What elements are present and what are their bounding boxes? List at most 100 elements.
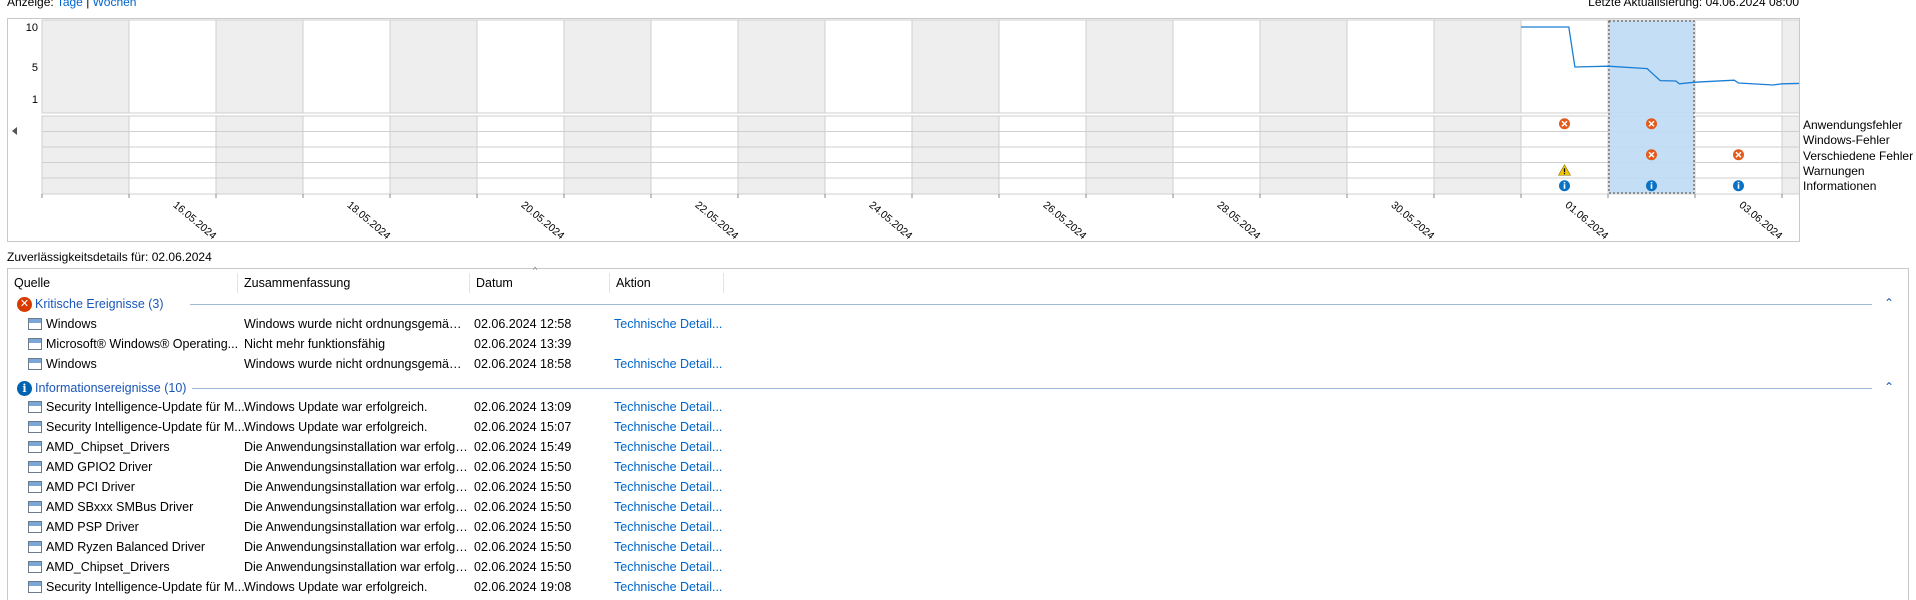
day-event-column[interactable] (1781, 115, 1799, 195)
application-icon (28, 561, 42, 573)
day-column[interactable] (1172, 19, 1261, 114)
day-event-column[interactable] (41, 115, 130, 195)
technical-details-link[interactable]: Technische Detail... (614, 477, 734, 497)
table-row[interactable]: Microsoft® Windows® Operating... Nicht me… (14, 334, 1894, 354)
technical-details-link[interactable]: Technische Detail... (614, 457, 734, 477)
day-column[interactable] (1694, 19, 1783, 114)
table-row[interactable]: Security Intelligence-Update für M... Win… (14, 577, 1894, 597)
table-row[interactable]: AMD_Chipset_Drivers Die Anwendungsinstall… (14, 437, 1894, 457)
cell-source: AMD GPIO2 Driver (46, 460, 153, 474)
day-event-column[interactable] (476, 115, 565, 195)
day-event-column[interactable] (128, 115, 217, 195)
view-separator: | (86, 0, 90, 9)
table-row[interactable]: Windows Windows wurde nicht ordnungsgemäß… (14, 354, 1894, 374)
day-column[interactable] (302, 19, 391, 114)
technical-details-link[interactable]: Technische Detail... (614, 397, 734, 417)
x-tick-label: 16.05.2024 (171, 199, 219, 241)
view-weeks-link[interactable]: Wochen (93, 0, 137, 9)
x-tick-label: 24.05.2024 (867, 199, 915, 241)
day-column[interactable] (128, 19, 217, 114)
legend-verschiedene-fehler: Verschiedene Fehler (1803, 149, 1914, 163)
group-header-1[interactable]: i Informationsereignisse (10) ⌃ (15, 378, 1900, 398)
technical-details-link[interactable]: Technische Detail... (614, 497, 734, 517)
cell-summary: Die Anwendungsinstallation war erfolgr..… (244, 540, 469, 554)
cell-summary: Windows wurde nicht ordnungsgemäß ... (244, 357, 469, 371)
y-tick-label: 5 (32, 62, 38, 74)
column-header-summary[interactable]: Zusammenfassung (238, 273, 470, 293)
info-icon-dot (1563, 181, 1566, 184)
cell-summary: Die Anwendungsinstallation war erfolgr..… (244, 440, 469, 454)
day-column[interactable] (737, 19, 826, 114)
group-header-0[interactable]: ✕ Kritische Ereignisse (3) ⌃ (15, 294, 1900, 314)
day-column[interactable] (215, 19, 304, 114)
day-column[interactable] (1781, 19, 1799, 114)
cell-date: 02.06.2024 15:50 (474, 460, 572, 474)
day-event-column[interactable] (563, 115, 652, 195)
table-row[interactable]: Security Intelligence-Update für M... Win… (14, 397, 1894, 417)
x-tick-label: 01.06.2024 (1563, 199, 1611, 241)
selected-day-highlight[interactable] (1608, 20, 1695, 194)
cell-summary: Die Anwendungsinstallation war erfolgr..… (244, 460, 469, 474)
day-column[interactable] (1346, 19, 1435, 114)
day-event-column[interactable] (389, 115, 478, 195)
day-event-column[interactable] (911, 115, 1000, 195)
cell-summary: Die Anwendungsinstallation war erfolgr..… (244, 520, 469, 534)
info-icon: i (17, 381, 32, 396)
technical-details-link[interactable]: Technische Detail... (614, 537, 734, 557)
day-event-column[interactable] (1172, 115, 1261, 195)
table-row[interactable]: AMD SBxxx SMBus Driver Die Anwendungsinst… (14, 497, 1894, 517)
technical-details-link[interactable]: Technische Detail... (614, 517, 734, 537)
technical-details-link[interactable] (614, 334, 734, 354)
collapse-chevron-icon[interactable]: ⌃ (1884, 377, 1894, 397)
cell-date: 02.06.2024 15:49 (474, 440, 572, 454)
cell-source: Security Intelligence-Update für M... (46, 400, 245, 414)
technical-details-link[interactable]: Technische Detail... (614, 354, 734, 374)
column-header-date[interactable]: Datum (470, 273, 610, 293)
technical-details-link[interactable]: Technische Detail... (614, 417, 734, 437)
day-column[interactable] (650, 19, 739, 114)
table-row[interactable]: AMD Ryzen Balanced Driver Die Anwendungsi… (14, 537, 1894, 557)
technical-details-link[interactable]: Technische Detail... (614, 437, 734, 457)
technical-details-link[interactable]: Technische Detail... (614, 557, 734, 577)
cell-summary: Windows Update war erfolgreich. (244, 580, 428, 594)
column-header-source[interactable]: Quelle (8, 273, 238, 293)
day-column[interactable] (1085, 19, 1174, 114)
day-event-column[interactable] (737, 115, 826, 195)
day-event-column[interactable] (650, 115, 739, 195)
day-event-column[interactable] (998, 115, 1087, 195)
scroll-left-icon[interactable] (12, 127, 17, 135)
day-event-column[interactable] (1346, 115, 1435, 195)
technical-details-link[interactable]: Technische Detail... (614, 314, 734, 334)
technical-details-link[interactable]: Technische Detail... (614, 577, 734, 597)
day-column[interactable] (563, 19, 652, 114)
day-event-column[interactable] (302, 115, 391, 195)
collapse-chevron-icon[interactable]: ⌃ (1884, 293, 1894, 313)
day-event-column[interactable] (1433, 115, 1522, 195)
view-days-link[interactable]: Tage (57, 0, 83, 9)
table-row[interactable]: AMD GPIO2 Driver Die Anwendungsinstallati… (14, 457, 1894, 477)
day-column[interactable] (41, 19, 130, 114)
day-event-column[interactable] (1085, 115, 1174, 195)
day-event-column[interactable] (824, 115, 913, 195)
day-event-column[interactable] (1259, 115, 1348, 195)
day-column[interactable] (998, 19, 1087, 114)
day-column[interactable] (824, 19, 913, 114)
application-icon (28, 541, 42, 553)
table-row[interactable]: Windows Windows wurde nicht ordnungsgemäß… (14, 314, 1894, 334)
reliability-chart-canvas[interactable]: 10 5 1 16.05.2024 18.05.2024 20.05.2024 22.05.… (8, 19, 1799, 241)
table-row[interactable]: Security Intelligence-Update für M... Win… (14, 417, 1894, 437)
table-row[interactable]: AMD PCI Driver Die Anwendungsinstallation… (14, 477, 1894, 497)
view-label: Anzeige: (7, 0, 54, 9)
day-column[interactable] (1433, 19, 1522, 114)
day-column[interactable] (476, 19, 565, 114)
day-column[interactable] (911, 19, 1000, 114)
table-row[interactable]: AMD_Chipset_Drivers Die Anwendungsinstall… (14, 557, 1894, 577)
table-row[interactable]: AMD PSP Driver Die Anwendungsinstallation… (14, 517, 1894, 537)
column-header-action[interactable]: Aktion (610, 273, 724, 293)
day-event-column[interactable] (215, 115, 304, 195)
day-column[interactable] (389, 19, 478, 114)
day-column[interactable] (1259, 19, 1348, 114)
group-divider (190, 388, 1872, 389)
cell-date: 02.06.2024 12:58 (474, 317, 572, 331)
cell-summary: Windows Update war erfolgreich. (244, 400, 428, 414)
